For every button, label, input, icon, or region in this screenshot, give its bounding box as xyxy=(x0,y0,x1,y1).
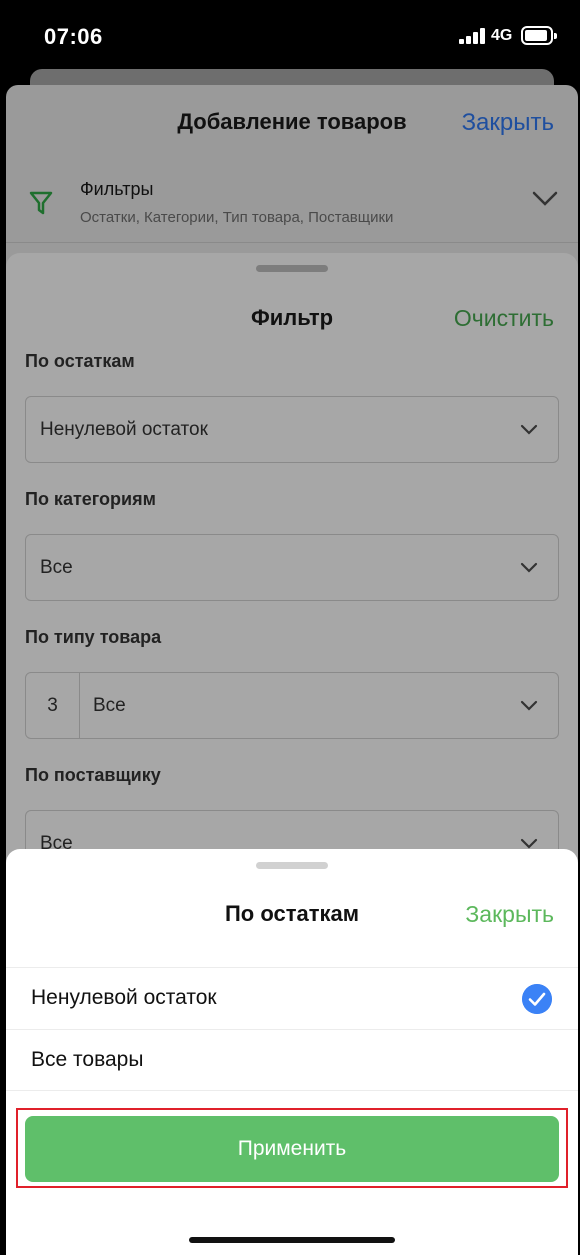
stock-filter-value: Ненулевой остаток xyxy=(40,419,208,440)
filters-title: Фильтры xyxy=(80,179,154,199)
chevron-down-icon xyxy=(520,424,538,435)
category-filter-select[interactable]: Все xyxy=(25,534,559,601)
chevron-down-icon xyxy=(520,562,538,573)
sheet-grabber[interactable] xyxy=(256,265,328,272)
status-bar: 07:06 4G xyxy=(2,2,580,72)
chevron-down-icon xyxy=(532,191,558,206)
stock-filter-select[interactable]: Ненулевой остаток xyxy=(25,396,559,463)
add-products-close-button[interactable]: Закрыть xyxy=(462,109,554,137)
filter-funnel-icon xyxy=(29,191,53,215)
category-filter-label: По категориям xyxy=(25,489,156,509)
product-type-filter-select[interactable]: 3 Все xyxy=(25,672,559,739)
status-time: 07:06 xyxy=(44,24,103,49)
stock-picker-close-button[interactable]: Закрыть xyxy=(465,901,554,928)
product-type-filter-label: По типу товара xyxy=(25,627,162,647)
product-type-value: Все xyxy=(93,695,126,716)
supplier-filter-label: По поставщику xyxy=(25,765,161,785)
stock-picker-sheet: По остаткам Закрыть Ненулевой остаток Вс… xyxy=(6,849,578,1255)
battery-icon xyxy=(521,26,557,45)
apply-button-highlight: Применить xyxy=(16,1108,568,1188)
filters-row[interactable]: Фильтры Остатки, Категории, Тип товара, … xyxy=(6,167,578,243)
apply-button[interactable]: Применить xyxy=(25,1116,559,1182)
checkmark-icon xyxy=(522,984,552,1014)
category-filter-value: Все xyxy=(40,557,73,578)
chevron-down-icon xyxy=(520,700,538,711)
filters-subtitle: Остатки, Категории, Тип товара, Поставщи… xyxy=(80,209,394,226)
stock-filter-label: По остаткам xyxy=(25,351,135,371)
home-indicator[interactable] xyxy=(189,1237,395,1243)
option-label: Все товары xyxy=(31,1048,144,1071)
product-type-count: 3 xyxy=(26,673,80,738)
network-type: 4G xyxy=(491,27,513,44)
phone-screen: 07:06 4G Добавление товаров Закрыть Филь… xyxy=(0,0,580,1255)
option-label: Ненулевой остаток xyxy=(31,986,217,1009)
sheet-grabber[interactable] xyxy=(256,862,328,869)
option-all-products[interactable]: Все товары xyxy=(6,1029,578,1091)
option-nonzero-stock[interactable]: Ненулевой остаток xyxy=(6,967,578,1029)
clear-filters-button[interactable]: Очистить xyxy=(454,305,554,332)
signal-icon xyxy=(459,28,487,44)
